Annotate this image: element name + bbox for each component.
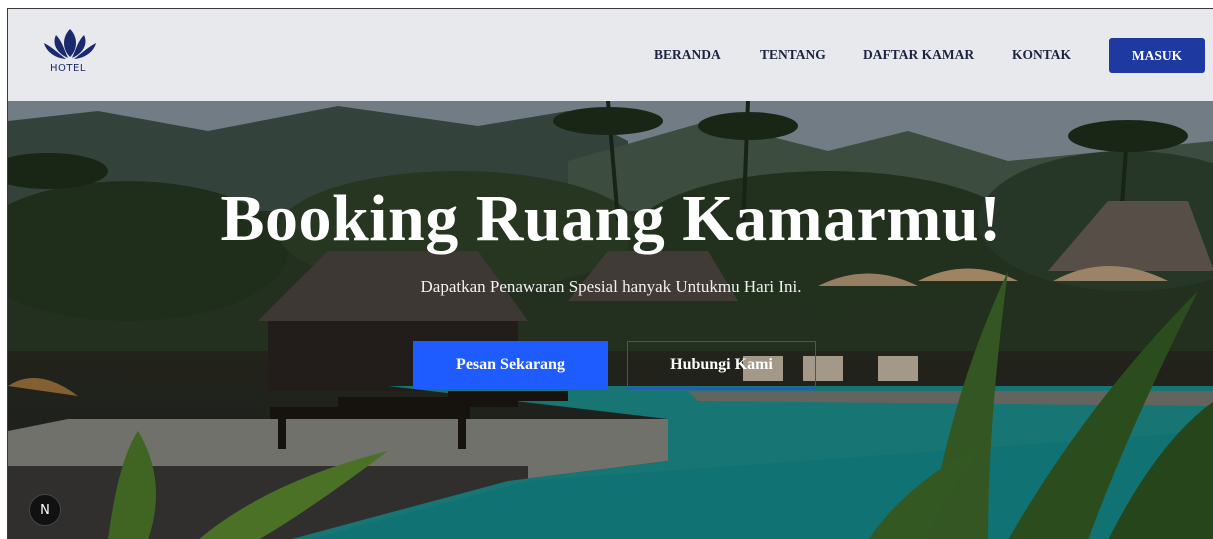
nav-link-tentang[interactable]: TENTANG [760, 47, 826, 63]
hero-overlay [8, 101, 1213, 539]
logo-text: HOTEL [50, 63, 86, 74]
nav-link-kontak[interactable]: KONTAK [1012, 47, 1071, 63]
login-button[interactable]: MASUK [1109, 38, 1205, 73]
hero-section: Booking Ruang Kamarmu! Dapatkan Penawara… [8, 101, 1213, 539]
nav-link-daftar-kamar[interactable]: DAFTAR KAMAR [863, 47, 974, 63]
browser-viewport: HOTEL BERANDA TENTANG DAFTAR KAMAR KONTA… [7, 8, 1213, 539]
book-now-button[interactable]: Pesan Sekarang [413, 341, 608, 389]
lotus-icon [44, 29, 96, 59]
hero-subtitle: Dapatkan Penawaran Spesial hanyak Untukm… [420, 277, 802, 296]
n-badge[interactable]: N [29, 494, 61, 526]
hero-title: Booking Ruang Kamarmu! [220, 182, 1002, 255]
contact-us-button[interactable]: Hubungi Kami [627, 341, 816, 389]
hotel-logo[interactable]: HOTEL [40, 27, 100, 77]
navbar: HOTEL BERANDA TENTANG DAFTAR KAMAR KONTA… [8, 9, 1213, 101]
nav-link-beranda[interactable]: BERANDA [654, 47, 721, 63]
